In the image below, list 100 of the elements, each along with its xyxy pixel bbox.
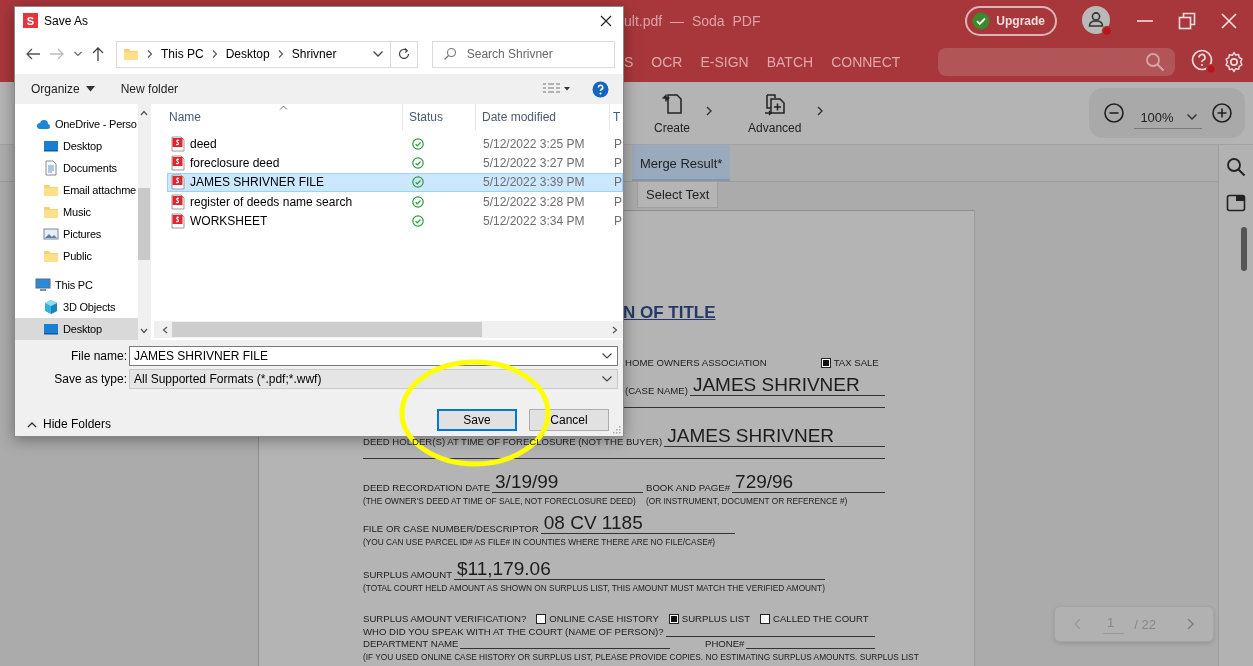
- search-field[interactable]: [938, 48, 1175, 76]
- pdf-file-icon: [171, 154, 185, 171]
- help-icon[interactable]: [592, 80, 609, 98]
- table-cell-text: P: [613, 194, 622, 209]
- nav-item[interactable]: 3D Objects: [15, 296, 138, 318]
- chevron-down-icon: [1185, 113, 1198, 121]
- pdf-file-icon: [171, 212, 185, 229]
- document-icon: [43, 160, 59, 176]
- option-label: CALLED THE COURT: [773, 613, 869, 624]
- scroll-left-icon[interactable]: [162, 325, 168, 334]
- chevron-right-icon: [276, 49, 285, 59]
- option-label: ONLINE CASE HISTORY: [549, 613, 659, 624]
- form-label: FILE OR CASE NUMBER/DESCRIPTOR: [363, 523, 539, 534]
- check-circle-icon: [412, 137, 424, 150]
- file-name: JAMES SHRIVNER FILE: [190, 175, 324, 190]
- nav-item[interactable]: Desktop: [15, 318, 138, 340]
- dropdown-field[interactable]: All Supported Formats (*.pdf;*.wwf): [129, 369, 618, 389]
- file-date: 5/12/2022 3:39 PM: [482, 175, 586, 190]
- zoom-dropdown[interactable]: 100%: [1134, 103, 1202, 129]
- field-label: File name:: [69, 349, 127, 363]
- file-name: foreclosure deed: [190, 155, 280, 170]
- check-circle-icon: [412, 195, 424, 208]
- scrollbar-thumb[interactable]: [138, 188, 151, 260]
- dialog-title: Save As: [44, 13, 89, 28]
- scrollbar-thumb[interactable]: [1241, 227, 1247, 271]
- toolbar-button[interactable]: Create: [650, 91, 695, 135]
- filled-value: JAMES SHRIVNER: [664, 425, 885, 447]
- desktop-icon: [43, 321, 59, 337]
- nav-item[interactable]: OneDrive - Perso: [15, 113, 138, 135]
- upgrade-button[interactable]: Upgrade: [965, 6, 1057, 36]
- back-arrow-icon[interactable]: [25, 47, 41, 61]
- chevron-down-icon[interactable]: [371, 50, 384, 58]
- file-date: 5/12/2022 3:34 PM: [482, 213, 586, 228]
- check-circle-icon: [412, 176, 424, 189]
- form-label: WHO DID YOU SPEAK WITH AT THE COURT (NAME OF PERSON)?: [363, 626, 664, 637]
- column-header[interactable]: Name: [154, 104, 403, 130]
- toolbar-button[interactable]: New folder: [120, 82, 179, 96]
- nav-item[interactable]: This PC: [15, 274, 138, 296]
- form-label: BOOK AND PAGE#: [646, 482, 731, 493]
- save-button[interactable]: Save: [437, 409, 517, 431]
- file-row[interactable]: register of deeds name search 5/12/2022 3:28 PM P: [167, 191, 623, 212]
- zoom-in-icon[interactable]: [1211, 102, 1233, 124]
- panel-icon[interactable]: [1226, 194, 1246, 212]
- breadcrumb-item[interactable]: This PC: [161, 47, 204, 61]
- column-header[interactable]: T: [610, 104, 623, 130]
- address-bar[interactable]: This PC Desktop Shrivner: [116, 40, 391, 68]
- new-document-icon: [660, 91, 684, 116]
- restore-icon[interactable]: [1177, 11, 1197, 31]
- nav-item[interactable]: Pictures: [15, 223, 138, 245]
- nav-item[interactable]: Documents: [15, 157, 138, 179]
- file-row[interactable]: WORKSHEET 5/12/2022 3:34 PM P: [167, 211, 623, 231]
- file-date: 5/12/2022 3:27 PM: [482, 155, 586, 170]
- option-label: HOME OWNERS ASSOCIATION: [625, 357, 767, 368]
- scroll-up-icon[interactable]: [140, 110, 149, 116]
- option-label: TAX SALE: [833, 357, 879, 368]
- refresh-icon: [396, 47, 411, 61]
- chevron-right-icon: [146, 49, 154, 59]
- nav-item[interactable]: Desktop: [15, 135, 138, 157]
- file-row[interactable]: foreclosure deed 5/12/2022 3:27 PM P: [167, 153, 623, 173]
- nav-item[interactable]: Music: [15, 201, 138, 223]
- search-icon: [442, 47, 457, 61]
- column-header[interactable]: Status: [403, 104, 476, 130]
- settings-icon[interactable]: [1223, 51, 1245, 73]
- folder-icon: [43, 248, 59, 264]
- chevron-down-icon[interactable]: [73, 50, 83, 58]
- search-input[interactable]: Search Shrivner: [464, 46, 605, 62]
- form-note: (OR INSTRUMENT, DOCUMENT OR REFERENCE #): [646, 496, 849, 506]
- hide-folders-button[interactable]: Hide Folders: [27, 417, 112, 431]
- select-text-button[interactable]: Select Text: [637, 182, 719, 208]
- breadcrumb-item[interactable]: Shrivner: [291, 47, 337, 61]
- close-icon[interactable]: [599, 13, 613, 28]
- option-label: SURPLUS LIST: [681, 613, 751, 624]
- cancel-button[interactable]: Cancel: [529, 409, 609, 431]
- form-note: (THE OWNER’S DEED AT TIME OF SALE, NOT FORECLOSURE DEED): [363, 496, 637, 506]
- scrollbar-thumb[interactable]: [172, 322, 482, 337]
- search-field[interactable]: Search Shrivner: [431, 40, 615, 68]
- column-header[interactable]: Date modified: [476, 104, 610, 130]
- nav-item[interactable]: Public: [15, 245, 138, 267]
- file-row[interactable]: deed 5/12/2022 3:25 PM P: [167, 134, 623, 154]
- up-arrow-icon[interactable]: [91, 46, 105, 62]
- breadcrumb-item[interactable]: Desktop: [225, 47, 270, 61]
- search-icon[interactable]: [1226, 157, 1246, 177]
- toolbar-button[interactable]: Organize: [31, 82, 95, 96]
- zoom-out-icon[interactable]: [1103, 102, 1125, 124]
- chevron-down-icon: [601, 375, 613, 383]
- nav-item[interactable]: Email attachme: [15, 179, 138, 201]
- scroll-right-icon[interactable]: [612, 325, 618, 334]
- check-circle-icon: [412, 214, 424, 227]
- toolbar-button[interactable]: Advanced: [744, 91, 806, 135]
- input-field[interactable]: JAMES SHRIVNER FILE: [129, 346, 618, 366]
- scroll-down-icon[interactable]: [140, 328, 149, 334]
- file-name: WORKSHEET: [190, 213, 268, 228]
- help-icon[interactable]: [1191, 49, 1217, 75]
- file-row[interactable]: JAMES SHRIVNER FILE 5/12/2022 3:39 PM P: [167, 172, 623, 192]
- form-note: (YOU CAN USE PARCEL ID# AS FILE# IN COUNTIES WHERE THERE ARE NO FILE/CASE#): [363, 537, 717, 547]
- chevron-right-icon: [210, 49, 219, 59]
- user-avatar-icon[interactable]: [1081, 5, 1113, 37]
- document-tab[interactable]: Merge Result*: [632, 145, 731, 181]
- form-note: (TOTAL COURT HELD AMOUNT AS SHOWN ON SURPLUS LIST, THIS AMOUNT MUST MATCH THE VERIFIED AMOUNT): [363, 583, 825, 593]
- view-options-icon[interactable]: [542, 83, 570, 95]
